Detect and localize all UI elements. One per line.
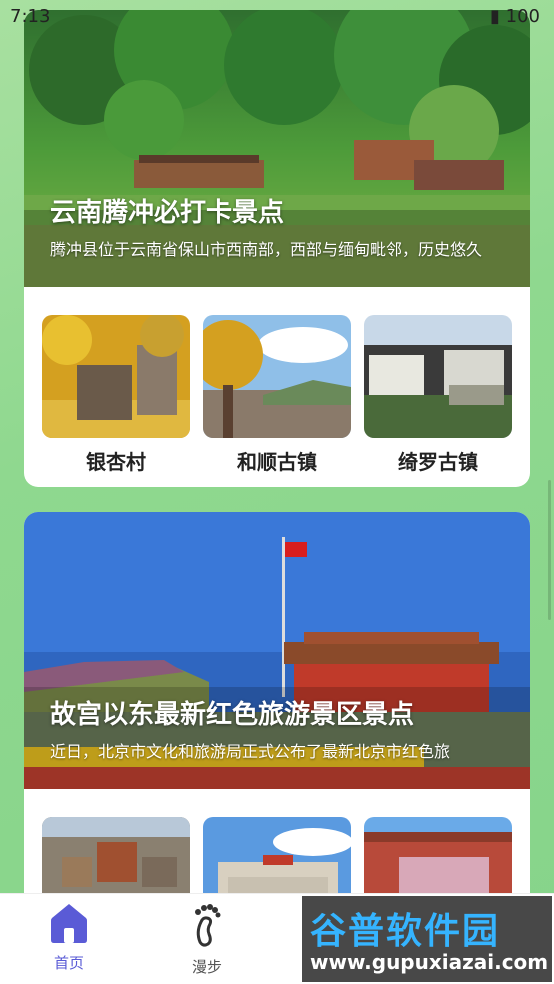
spot-image — [203, 817, 351, 894]
card-description: 近日，北京市文化和旅游局正式公布了最新北京市红色旅 — [50, 742, 451, 761]
hero-image-forbidden-city[interactable]: 故宫以东最新红色旅游景区景点 近日，北京市文化和旅游局正式公布了最新北京市红色旅 — [24, 512, 530, 789]
feed[interactable]: 云南腾冲必打卡景点 腾冲县位于云南省保山市西南部，西部与缅甸毗邻，历史悠久 银杏… — [0, 0, 554, 894]
footprint-icon — [138, 902, 276, 952]
spot-item[interactable]: 和顺古镇 — [203, 315, 351, 475]
spot-image — [364, 315, 512, 438]
spot-item[interactable] — [42, 817, 190, 894]
watermark-url: www.gupuxiazai.com — [310, 950, 549, 974]
status-icons: ▮ 100 — [490, 6, 540, 27]
scrollbar[interactable] — [548, 480, 551, 620]
card-title: 云南腾冲必打卡景点 — [50, 198, 285, 228]
watermark-brand: 谷普软件园 — [310, 911, 501, 952]
nav-home[interactable]: 首页 — [0, 894, 138, 984]
spot-item[interactable] — [203, 817, 351, 894]
spot-image — [42, 315, 190, 438]
watermark-logo: 谷普软件园 www.gupuxiazai.com — [302, 896, 552, 982]
spot-item[interactable]: 绮罗古镇 — [364, 315, 512, 475]
nav-home-label: 首页 — [53, 954, 84, 972]
status-time: 7:13 — [10, 6, 51, 27]
spot-item[interactable]: 银杏村 — [42, 315, 190, 475]
spot-image — [203, 315, 351, 438]
nav-walk[interactable]: 漫步 — [138, 894, 276, 984]
card-title: 故宫以东最新红色旅游景区景点 — [50, 700, 415, 730]
home-icon — [0, 902, 138, 948]
spot-image — [364, 817, 512, 894]
status-bar: 7:13 ▮ 100 — [0, 0, 554, 34]
spot-item[interactable] — [364, 817, 512, 894]
spot-list — [42, 817, 512, 894]
hero-image-tengchong[interactable]: 云南腾冲必打卡景点 腾冲县位于云南省保山市西南部，西部与缅甸毗邻，历史悠久 — [24, 10, 530, 287]
spot-image — [42, 817, 190, 894]
spot-name: 银杏村 — [86, 450, 146, 474]
nav-walk-label: 漫步 — [191, 958, 222, 976]
destination-card[interactable]: 云南腾冲必打卡景点 腾冲县位于云南省保山市西南部，西部与缅甸毗邻，历史悠久 银杏… — [24, 10, 530, 487]
destination-card[interactable]: 故宫以东最新红色旅游景区景点 近日，北京市文化和旅游局正式公布了最新北京市红色旅 — [24, 512, 530, 894]
spot-name: 和顺古镇 — [237, 450, 317, 474]
card-description: 腾冲县位于云南省保山市西南部，西部与缅甸毗邻，历史悠久 — [50, 240, 483, 259]
spot-list: 银杏村 和顺古镇 绮罗古镇 — [42, 315, 512, 475]
spot-name: 绮罗古镇 — [398, 450, 478, 474]
